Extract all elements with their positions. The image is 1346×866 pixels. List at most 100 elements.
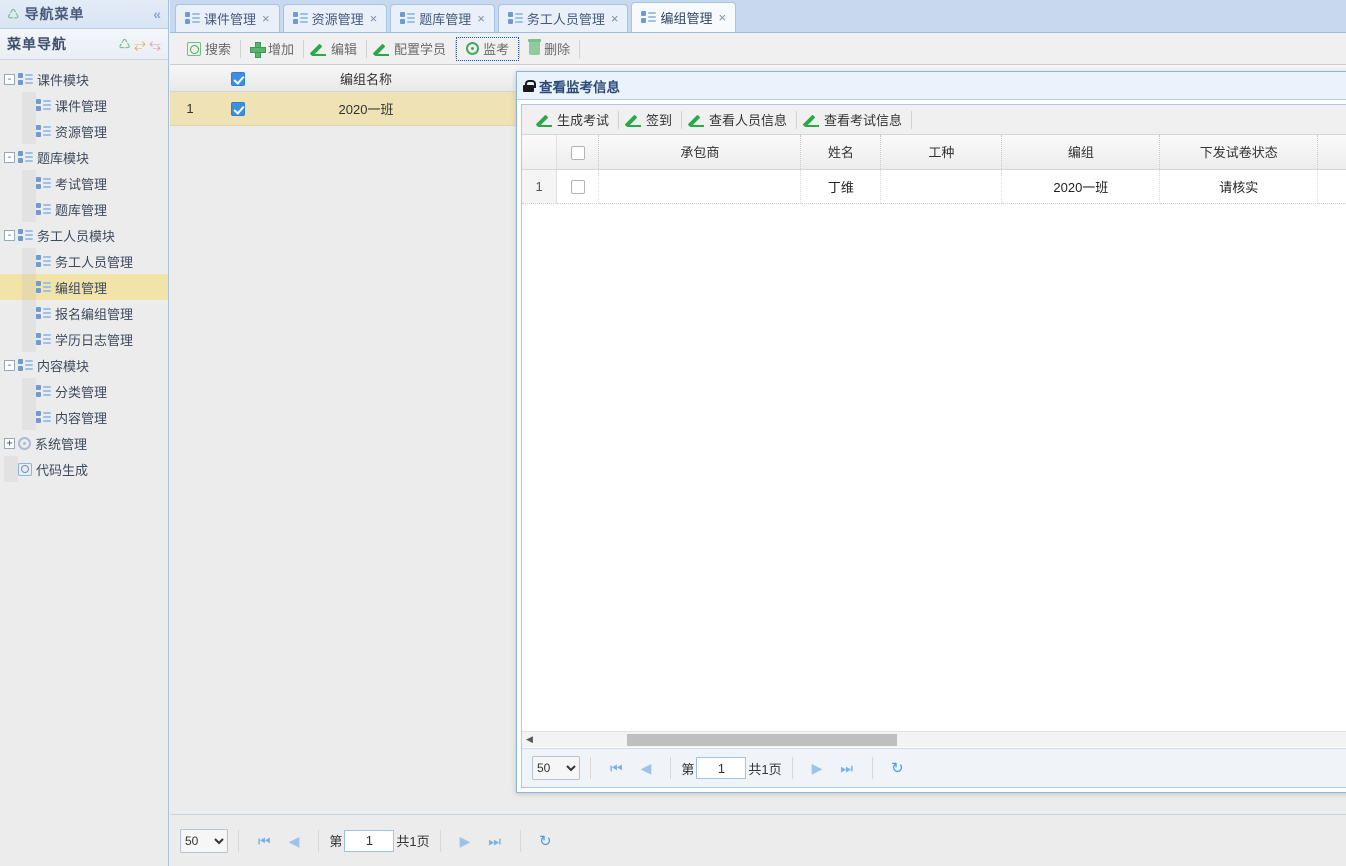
toolbar-button-0[interactable]: 搜索 bbox=[178, 37, 240, 61]
sidebar-item-5[interactable]: 题库管理 bbox=[0, 196, 168, 222]
collapse-node-icon[interactable]: - bbox=[4, 359, 15, 371]
dialog-toolbar-button-3[interactable]: 查看考试信息 bbox=[797, 108, 911, 132]
tab-3[interactable]: 务工人员管理 × bbox=[497, 4, 629, 32]
sidebar-item-1[interactable]: 课件管理 bbox=[0, 92, 168, 118]
collapse-double-left-icon[interactable]: « bbox=[153, 6, 161, 22]
sidebar-item-11[interactable]: - 内容模块 bbox=[0, 352, 168, 378]
sidebar-item-0[interactable]: - 课件模块 bbox=[0, 66, 168, 92]
module-list-icon bbox=[36, 254, 51, 268]
sidebar-item-13[interactable]: 内容管理 bbox=[0, 404, 168, 430]
collapse-node-icon[interactable]: - bbox=[4, 229, 15, 241]
dialog-page-number-input[interactable] bbox=[696, 757, 747, 779]
tab-0[interactable]: 课件管理 × bbox=[175, 4, 280, 32]
scrollbar-thumb[interactable] bbox=[627, 733, 897, 746]
first-page-icon[interactable]: ⏮ bbox=[249, 834, 280, 848]
toolbar-button-5[interactable]: 删除 bbox=[520, 37, 579, 61]
td-name: 丁维 bbox=[800, 169, 882, 204]
page-number-input[interactable] bbox=[344, 829, 395, 852]
toolbar-button-label: 编辑 bbox=[331, 42, 358, 57]
collapse-node-icon[interactable]: - bbox=[4, 73, 15, 85]
first-page-icon[interactable]: ⏮ bbox=[601, 761, 632, 775]
sidebar-item-10[interactable]: 学历日志管理 bbox=[0, 326, 168, 352]
page-size-select[interactable]: 102050100 bbox=[180, 828, 228, 853]
module-list-icon bbox=[18, 358, 33, 372]
horizontal-scrollbar[interactable]: ◀ ▶ bbox=[522, 731, 1346, 747]
tab-4[interactable]: 编组管理 × bbox=[631, 2, 737, 32]
collapse-node-icon[interactable]: - bbox=[4, 151, 15, 163]
dialog-toolbar-button-1[interactable]: 签到 bbox=[619, 108, 681, 132]
scroll-left-icon[interactable]: ◀ bbox=[522, 734, 537, 745]
th-signin-status: 签到状态 bbox=[1317, 135, 1346, 170]
last-page-icon[interactable]: ⏭ bbox=[831, 761, 862, 775]
table-row[interactable]: 1 丁维 2020一班 请核实 请核实 请核实 bbox=[522, 169, 1346, 204]
refresh-icon[interactable]: ↻ bbox=[883, 759, 912, 777]
bg-header-group-name: 编组名称 bbox=[339, 71, 392, 87]
bg-header-checkbox-cell bbox=[210, 70, 266, 86]
sidebar-subtitle: 菜单导航 bbox=[7, 36, 67, 52]
sidebar-item-4[interactable]: 考试管理 bbox=[0, 170, 168, 196]
tab-close-icon[interactable]: × bbox=[262, 11, 270, 26]
scrollbar-track[interactable] bbox=[537, 732, 1346, 748]
row-checkbox[interactable] bbox=[231, 102, 245, 117]
pager-divider bbox=[590, 757, 591, 779]
tab-icon bbox=[185, 12, 200, 25]
sidebar-item-14[interactable]: + 系统管理 bbox=[0, 430, 168, 456]
dialog-page-size-select[interactable]: 102050100 bbox=[532, 756, 580, 780]
sidebar-item-12[interactable]: 分类管理 bbox=[0, 378, 168, 404]
pager-divider bbox=[318, 829, 320, 852]
sidebar-item-7[interactable]: 务工人员管理 bbox=[0, 248, 168, 274]
select-all-checkbox[interactable] bbox=[231, 71, 245, 86]
refresh-icon[interactable]: ♺ bbox=[118, 36, 131, 53]
module-list-icon bbox=[36, 98, 51, 112]
toolbar-button-2[interactable]: 编辑 bbox=[304, 37, 366, 61]
collapse-all-icon[interactable]: ⥃ bbox=[149, 36, 161, 53]
refresh-icon[interactable]: ↻ bbox=[531, 832, 560, 850]
sidebar-item-label: 内容模块 bbox=[37, 358, 90, 374]
tab-icon bbox=[292, 12, 308, 25]
toolbar-button-label: 监考 bbox=[483, 42, 510, 57]
sidebar-item-label: 内容管理 bbox=[55, 410, 108, 426]
toolbar-button-4[interactable]: 监考 bbox=[456, 36, 520, 61]
next-page-icon[interactable]: ▶ bbox=[803, 761, 832, 775]
expand-node-icon[interactable]: + bbox=[4, 437, 15, 449]
dialog-titlebar[interactable]: 查看监考信息 ✕ bbox=[517, 72, 1346, 100]
pencil-icon bbox=[628, 113, 642, 127]
sidebar-item-2[interactable]: 资源管理 bbox=[0, 118, 168, 144]
proctor-table-header-row: 承包商 姓名 工种 编组 下发试卷状态 签到状态 考试状态 bbox=[522, 135, 1346, 170]
tree-guide-line bbox=[22, 378, 36, 404]
pager-suffix-label: 共1页 bbox=[748, 761, 782, 777]
tab-1[interactable]: 资源管理 × bbox=[282, 4, 388, 32]
tab-close-icon[interactable]: × bbox=[718, 10, 726, 25]
tab-close-icon[interactable]: × bbox=[370, 11, 378, 26]
select-all-checkbox[interactable] bbox=[570, 145, 585, 160]
last-page-icon[interactable]: ⏭ bbox=[479, 834, 510, 848]
sidebar-item-label: 代码生成 bbox=[36, 462, 89, 478]
sidebar-item-15[interactable]: 代码生成 bbox=[0, 456, 168, 482]
sidebar-header: ♺ 导航菜单 « bbox=[0, 0, 168, 29]
sidebar-item-6[interactable]: - 务工人员模块 bbox=[0, 222, 168, 248]
tab-close-icon[interactable]: × bbox=[477, 11, 485, 26]
sidebar-item-8[interactable]: 编组管理 bbox=[0, 274, 168, 300]
trash-icon bbox=[528, 39, 542, 55]
sidebar-item-9[interactable]: 报名编组管理 bbox=[0, 300, 168, 326]
toolbar-button-3[interactable]: 配置学员 bbox=[367, 37, 455, 61]
dialog-toolbar-button-0[interactable]: 生成考试 bbox=[530, 108, 618, 132]
sidebar-item-label: 学历日志管理 bbox=[55, 332, 134, 348]
row-checkbox[interactable] bbox=[570, 179, 585, 194]
expand-all-icon[interactable]: ⥂ bbox=[134, 36, 146, 53]
bg-row-checkbox-cell bbox=[210, 101, 266, 117]
next-page-icon[interactable]: ▶ bbox=[451, 834, 480, 848]
search-icon bbox=[187, 41, 201, 56]
tab-close-icon[interactable]: × bbox=[611, 11, 619, 26]
dialog-body: 生成考试 签到 查看人员信息 查看考试信息 承包商 姓名 工种 编组 下发试卷状… bbox=[521, 104, 1346, 788]
sidebar-item-3[interactable]: - 题库模块 bbox=[0, 144, 168, 170]
dialog-toolbar-button-2[interactable]: 查看人员信息 bbox=[682, 108, 796, 132]
toolbar-button-1[interactable]: 增加 bbox=[241, 37, 303, 61]
th-paper-status: 下发试卷状态 bbox=[1159, 135, 1319, 170]
code-gen-icon bbox=[18, 462, 32, 476]
prev-page-icon[interactable]: ◀ bbox=[632, 761, 661, 775]
prev-page-icon[interactable]: ◀ bbox=[280, 834, 309, 848]
tab-2[interactable]: 题库管理 × bbox=[390, 4, 495, 32]
dialog-toolbar-button-label: 生成考试 bbox=[557, 113, 610, 128]
tab-icon bbox=[507, 12, 523, 25]
